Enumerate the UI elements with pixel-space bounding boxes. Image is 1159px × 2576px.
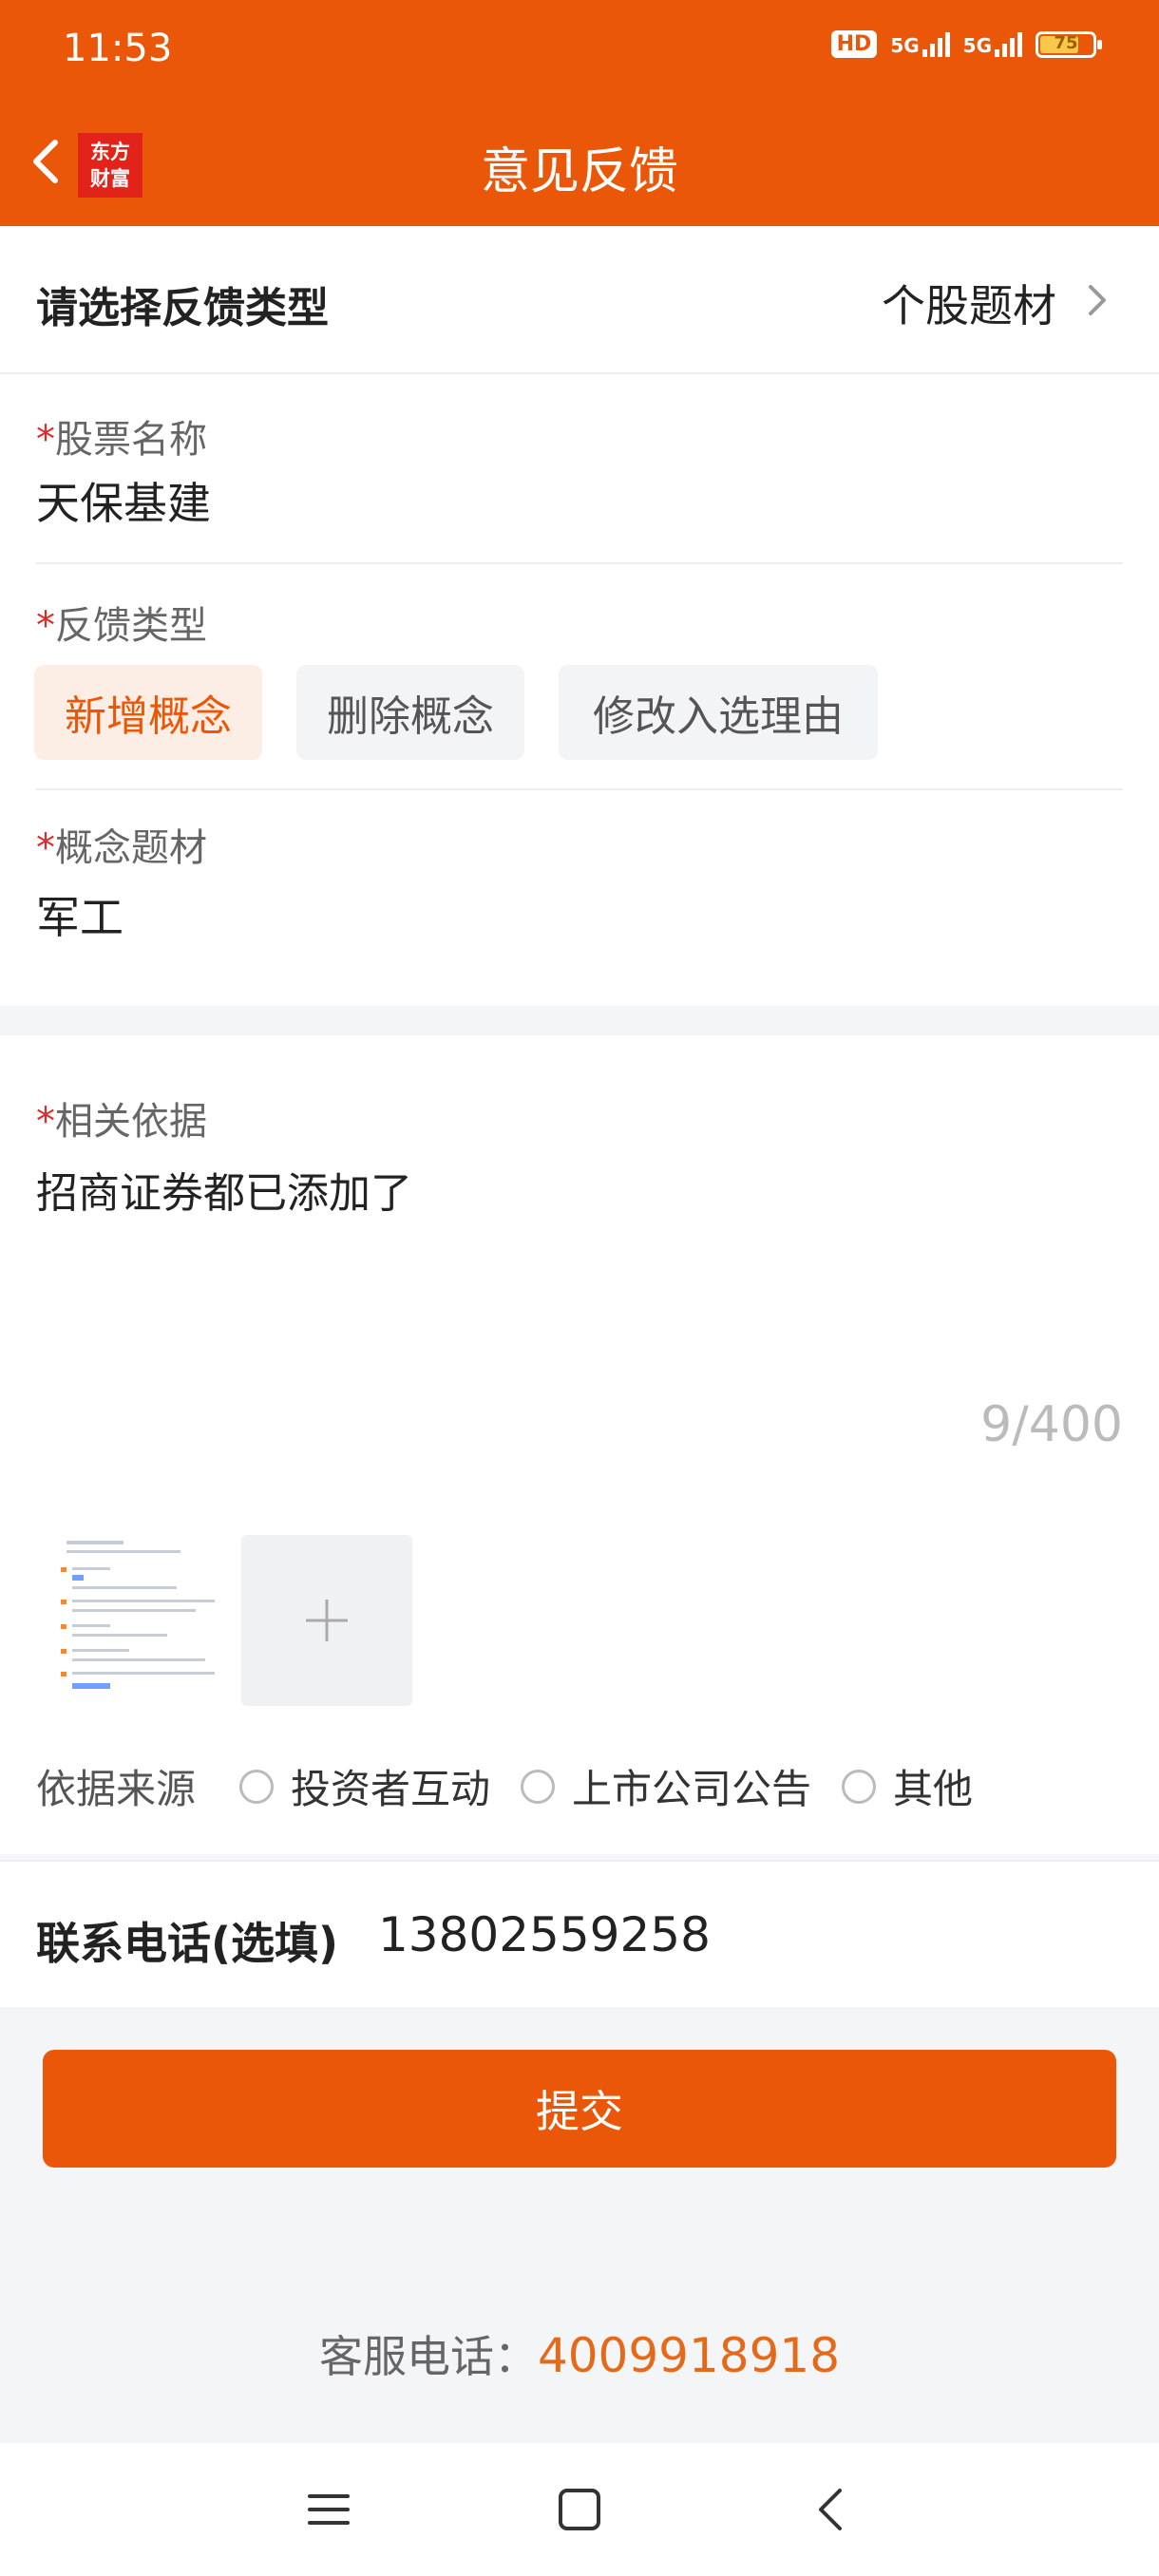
system-navigation-bar xyxy=(0,2443,1159,2576)
concept-label: *概念题材 xyxy=(36,817,207,872)
submit-button[interactable]: 提交 xyxy=(43,2050,1116,2168)
stock-name-label-text: 股票名称 xyxy=(55,418,207,462)
network-label-2: 5G xyxy=(962,33,992,57)
basis-textarea[interactable]: 招商证券都已添加了 xyxy=(36,1159,412,1220)
signal-icon-2: 5G xyxy=(962,31,1022,57)
char-counter: 9/400 xyxy=(980,1396,1123,1453)
form-section-basis: *相关依据 招商证券都已添加了 9/400 依据来源 投资者互动 上市公司公告 … xyxy=(0,1035,1159,1854)
battery-level: 75 xyxy=(1054,32,1078,53)
source-option-label: 上市公司公告 xyxy=(572,1766,812,1812)
required-mark: * xyxy=(36,1100,55,1144)
basis-label: *相关依据 xyxy=(36,1090,207,1146)
system-back-icon[interactable] xyxy=(806,2483,859,2536)
form-section-basic: *股票名称 天保基建 *反馈类型 新增概念 删除概念 修改入选理由 *概念题材 … xyxy=(0,374,1159,1006)
screenshot-thumbnail-image xyxy=(48,1529,224,1706)
divider xyxy=(36,562,1123,564)
radio-icon xyxy=(842,1769,877,1804)
required-mark: * xyxy=(36,418,55,462)
source-option-investor-interaction[interactable]: 投资者互动 xyxy=(239,1757,490,1815)
source-option-other[interactable]: 其他 xyxy=(842,1757,973,1815)
chip-add-concept[interactable]: 新增概念 xyxy=(34,665,262,760)
status-icons: HD 5G 5G 75 xyxy=(830,30,1102,58)
customer-service: 客服电话：4009918918 xyxy=(0,2322,1159,2385)
attached-image-thumbnail[interactable] xyxy=(48,1529,224,1706)
source-option-label: 其他 xyxy=(893,1766,974,1812)
customer-service-label: 客服电话： xyxy=(318,2331,538,2382)
basis-label-text: 相关依据 xyxy=(55,1100,207,1144)
add-image-button[interactable] xyxy=(241,1535,412,1706)
required-mark: * xyxy=(36,604,55,648)
divider xyxy=(36,788,1123,790)
feedback-kind-label: *反馈类型 xyxy=(36,595,207,650)
source-option-company-announcement[interactable]: 上市公司公告 xyxy=(521,1757,811,1815)
feedback-type-value: 个股题材 xyxy=(882,280,1056,331)
nav-bar: 东方 财富 意见反馈 xyxy=(0,104,1159,226)
required-mark: * xyxy=(36,826,55,870)
chip-delete-concept[interactable]: 删除概念 xyxy=(296,665,524,760)
stock-name-field[interactable]: 天保基建 xyxy=(36,469,211,532)
contact-phone-input[interactable]: 13802559258 xyxy=(378,1907,711,1962)
feedback-type-selector[interactable]: 请选择反馈类型 个股题材 xyxy=(0,226,1159,374)
customer-service-number[interactable]: 4009918918 xyxy=(538,2328,840,2383)
feedback-type-label: 请选择反馈类型 xyxy=(36,284,329,332)
contact-phone-label: 联系电话(选填) xyxy=(36,1918,339,1969)
chip-modify-reason[interactable]: 修改入选理由 xyxy=(559,665,878,760)
basis-source-group: 依据来源 投资者互动 上市公司公告 其他 xyxy=(36,1757,1003,1815)
stock-name-label: *股票名称 xyxy=(36,408,207,464)
page-title: 意见反馈 xyxy=(480,143,678,200)
plus-icon xyxy=(306,1600,348,1641)
chevron-right-icon xyxy=(1089,285,1106,315)
status-time: 11:53 xyxy=(63,27,173,70)
network-label-1: 5G xyxy=(890,33,920,57)
home-icon[interactable] xyxy=(553,2483,606,2536)
concept-field[interactable]: 军工 xyxy=(36,883,124,946)
contact-phone-row: 联系电话(选填) 13802559258 xyxy=(0,1860,1159,2007)
basis-source-label: 依据来源 xyxy=(36,1766,197,1812)
signal-icon: 5G xyxy=(890,31,950,57)
source-option-label: 投资者互动 xyxy=(291,1766,491,1812)
radio-icon xyxy=(239,1769,275,1804)
hd-icon: HD xyxy=(830,30,878,58)
radio-icon xyxy=(521,1769,556,1804)
status-bar: 11:53 HD 5G 5G 75 xyxy=(0,0,1159,104)
menu-icon[interactable] xyxy=(302,2483,355,2536)
battery-icon: 75 xyxy=(1036,30,1102,58)
concept-label-text: 概念题材 xyxy=(55,826,207,870)
feedback-kind-label-text: 反馈类型 xyxy=(55,604,207,648)
